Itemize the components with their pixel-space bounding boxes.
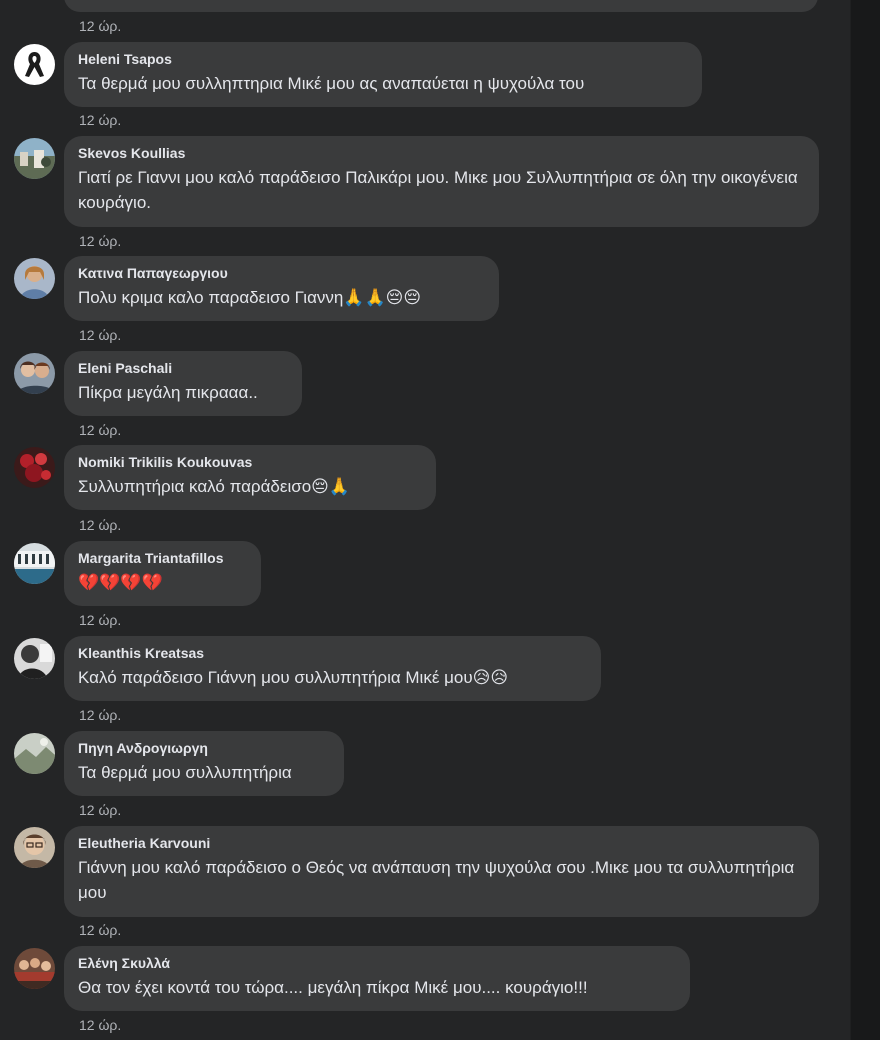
avatar[interactable] xyxy=(14,353,55,394)
comment-bubble-partial xyxy=(64,0,818,12)
comment-bubble: Nomiki Trikilis Koukouvas Συλλυπητήρια κ… xyxy=(64,445,436,510)
comment-bubble: Skevos Koullias Γιατί ρε Γιαννι μου καλό… xyxy=(64,136,819,227)
avatar[interactable] xyxy=(14,258,55,299)
comment-text: Συλλυπητήρια καλό παράδεισο😔🙏 xyxy=(78,477,351,496)
avatar[interactable] xyxy=(14,44,55,85)
comment-author[interactable]: Kleanthis Kreatsas xyxy=(78,644,589,662)
comment-time[interactable]: 12 ώρ. xyxy=(79,517,121,533)
woman-photo-icon xyxy=(14,258,55,299)
comment-text: Γιατί ρε Γιαννι μου καλό παράδεισο Παλικ… xyxy=(78,168,803,212)
comment-bubble: Eleutheria Karvouni Γιάννη μου καλό παρά… xyxy=(64,826,819,917)
two-women-photo-icon xyxy=(14,353,55,394)
outdoor-photo-icon xyxy=(14,138,55,179)
avatar[interactable] xyxy=(14,733,55,774)
comment-author[interactable]: Margarita Triantafillos xyxy=(78,549,249,567)
comment-time[interactable]: 12 ώρ. xyxy=(79,1017,121,1033)
comment-author[interactable]: Skevos Koullias xyxy=(78,144,807,162)
landscape-photo-icon xyxy=(14,733,55,774)
avatar[interactable] xyxy=(14,138,55,179)
comment-time[interactable]: 12 ώρ. xyxy=(79,233,121,249)
woman-glasses-photo-icon xyxy=(14,827,55,868)
avatar[interactable] xyxy=(14,447,55,488)
group-photo-icon xyxy=(14,948,55,989)
black-ribbon-icon xyxy=(14,44,55,85)
comment-bubble: Margarita Triantafillos 💔💔💔💔 xyxy=(64,541,261,606)
comment-text: Θα τον έχει κοντά του τώρα.... μεγάλη πί… xyxy=(78,978,588,997)
bw-photo-icon xyxy=(14,638,55,679)
building-photo-icon xyxy=(14,543,55,584)
comment-text: Τα θερμά μου συλληπτηρια Μικέ μου ας ανα… xyxy=(78,74,585,93)
comment-time[interactable]: 12 ώρ. xyxy=(79,707,121,723)
comment-time[interactable]: 12 ώρ. xyxy=(79,18,121,34)
comment-time[interactable]: 12 ώρ. xyxy=(79,612,121,628)
avatar[interactable] xyxy=(14,948,55,989)
comment-bubble: Κατινα Παπαγεωργιου Πολυ κριμα καλο παρα… xyxy=(64,256,499,321)
comment-author[interactable]: Eleutheria Karvouni xyxy=(78,834,807,852)
comment-text: Τα θερμά μου συλλυπητήρια xyxy=(78,763,292,782)
comment-author[interactable]: Eleni Paschali xyxy=(78,359,290,377)
comment-author[interactable]: Heleni Tsapos xyxy=(78,50,690,68)
comment-bubble: Kleanthis Kreatsas Καλό παράδεισο Γιάννη… xyxy=(64,636,601,701)
comment-author[interactable]: Πηγη Ανδρογιωργη xyxy=(78,739,332,757)
comment-text: Πολυ κριμα καλο παραδεισο Γιαννη🙏🙏😔😔 xyxy=(78,288,422,307)
comment-bubble: Πηγη Ανδρογιωργη Τα θερμά μου συλλυπητήρ… xyxy=(64,731,344,796)
avatar[interactable] xyxy=(14,543,55,584)
scrollbar-track[interactable] xyxy=(850,0,880,1040)
comment-bubble: Heleni Tsapos Τα θερμά μου συλληπτηρια Μ… xyxy=(64,42,702,107)
comment-time[interactable]: 12 ώρ. xyxy=(79,422,121,438)
comment-time[interactable]: 12 ώρ. xyxy=(79,802,121,818)
comment-time[interactable]: 12 ώρ. xyxy=(79,112,121,128)
comment-text: Πίκρα μεγάλη πικρααα.. xyxy=(78,383,258,402)
red-flowers-photo-icon xyxy=(14,447,55,488)
comment-text: 💔💔💔💔 xyxy=(78,573,163,592)
comment-author[interactable]: Ελένη Σκυλλά xyxy=(78,954,678,972)
comments-panel: 12 ώρ. Heleni Tsapos Τα θερμά μου συλληπ… xyxy=(0,0,850,1040)
avatar[interactable] xyxy=(14,827,55,868)
comment-time[interactable]: 12 ώρ. xyxy=(79,327,121,343)
comment-time[interactable]: 12 ώρ. xyxy=(79,922,121,938)
comment-bubble: Eleni Paschali Πίκρα μεγάλη πικρααα.. xyxy=(64,351,302,416)
comment-text: Καλό παράδεισο Γιάννη μου συλλυπητήρια Μ… xyxy=(78,668,509,687)
comment-text: Γιάννη μου καλό παράδεισο ο Θεός να ανάπ… xyxy=(78,858,799,902)
comment-bubble: Ελένη Σκυλλά Θα τον έχει κοντά του τώρα.… xyxy=(64,946,690,1011)
avatar[interactable] xyxy=(14,638,55,679)
comment-author[interactable]: Κατινα Παπαγεωργιου xyxy=(78,264,487,282)
comment-author[interactable]: Nomiki Trikilis Koukouvas xyxy=(78,453,424,471)
